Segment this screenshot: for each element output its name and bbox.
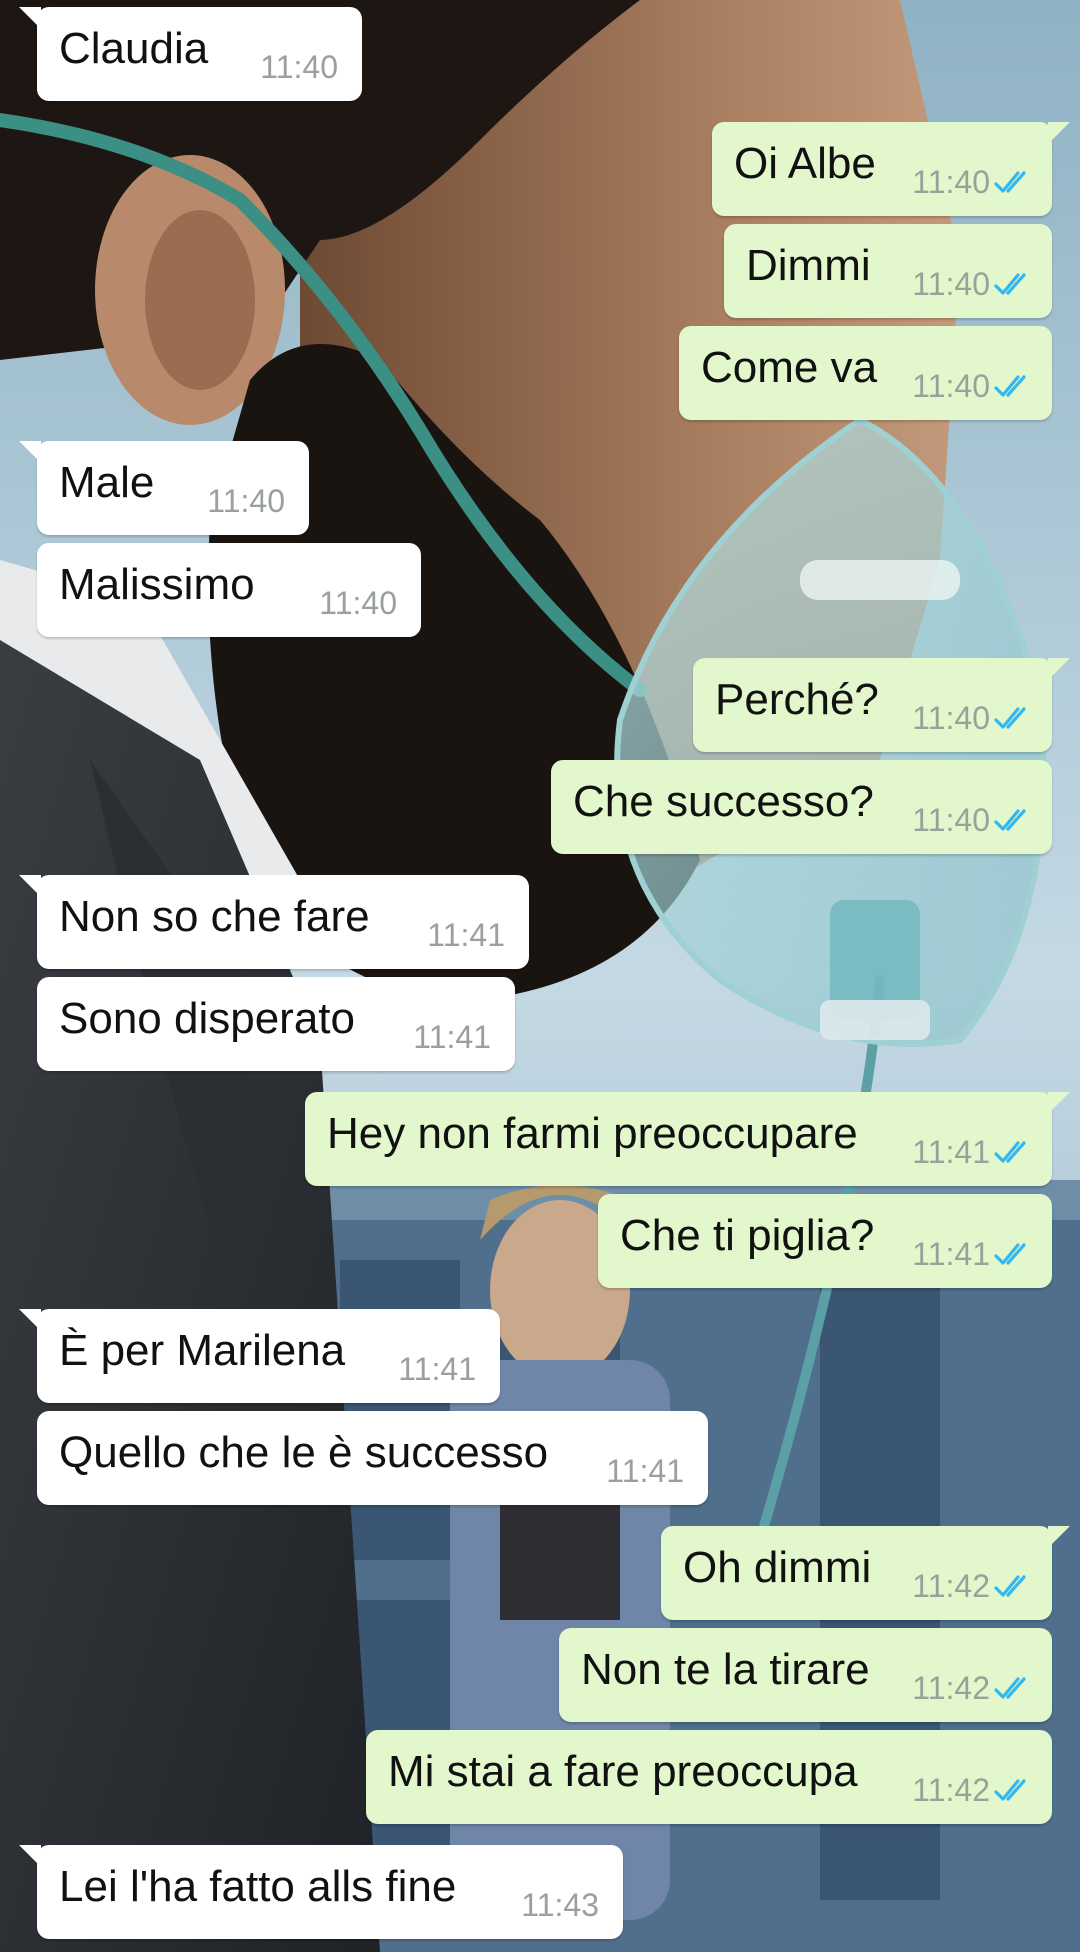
message-text: È per Marilena — [59, 1326, 346, 1375]
message-timestamp: 11:40 — [912, 164, 990, 200]
outgoing-message[interactable]: Non te la tirare 11:42 — [559, 1628, 1052, 1722]
read-ticks-icon — [994, 273, 1026, 295]
message-timestamp: 11:42 — [912, 1568, 990, 1604]
message-timestamp: 11:40 — [912, 802, 990, 838]
outgoing-message[interactable]: Che successo? 11:40 — [551, 760, 1052, 854]
outgoing-message[interactable]: Dimmi 11:40 — [724, 224, 1052, 318]
message-timestamp: 11:40 — [912, 266, 990, 302]
message-text: Mi stai a fare preoccupa — [388, 1747, 858, 1796]
message-text: Come va — [701, 343, 878, 392]
message-text: Non te la tirare — [581, 1645, 870, 1694]
message-timestamp: 11:41 — [398, 1351, 476, 1387]
read-ticks-icon — [994, 1779, 1026, 1801]
message-timestamp: 11:41 — [912, 1134, 990, 1170]
message-timestamp: 11:41 — [413, 1019, 491, 1055]
outgoing-message[interactable]: Hey non farmi preoccupare 11:41 — [305, 1092, 1070, 1186]
message-timestamp: 11:40 — [207, 483, 285, 519]
message-text: Quello che le è successo — [59, 1428, 549, 1477]
message-timestamp: 11:40 — [912, 700, 990, 736]
message-timestamp: 11:42 — [912, 1772, 990, 1808]
incoming-message[interactable]: Malissimo 11:40 — [37, 543, 421, 637]
read-ticks-icon — [994, 1677, 1026, 1699]
message-timestamp: 11:40 — [260, 49, 338, 85]
message-timestamp: 11:40 — [319, 585, 397, 621]
message-text: Che successo? — [573, 777, 874, 826]
message-list[interactable]: Claudia 11:40 Oi Albe 11:40 Dimmi 11:40 Come v… — [0, 0, 1080, 1952]
message-text: Lei l'ha fatto alls fine — [59, 1862, 457, 1911]
message-timestamp: 11:40 — [912, 368, 990, 404]
incoming-message[interactable]: Lei l'ha fatto alls fine 11:43 — [19, 1845, 623, 1939]
message-timestamp: 11:42 — [912, 1670, 990, 1706]
outgoing-message[interactable]: Oi Albe 11:40 — [712, 122, 1070, 216]
message-text: Hey non farmi preoccupare — [327, 1109, 858, 1158]
message-text: Non so che fare — [59, 892, 370, 941]
message-text: Sono disperato — [59, 994, 355, 1043]
incoming-message[interactable]: È per Marilena 11:41 — [19, 1309, 500, 1403]
message-text: Malissimo — [59, 560, 255, 609]
read-ticks-icon — [994, 375, 1026, 397]
outgoing-message[interactable]: Perché? 11:40 — [693, 658, 1070, 752]
incoming-message[interactable]: Sono disperato 11:41 — [37, 977, 515, 1071]
message-text: Claudia — [59, 24, 209, 73]
message-timestamp: 11:41 — [912, 1236, 990, 1272]
outgoing-message[interactable]: Come va 11:40 — [679, 326, 1052, 420]
outgoing-message[interactable]: Oh dimmi 11:42 — [661, 1526, 1070, 1620]
read-ticks-icon — [994, 707, 1026, 729]
read-ticks-icon — [994, 809, 1026, 831]
message-text: Dimmi — [746, 241, 871, 290]
message-timestamp: 11:43 — [521, 1887, 599, 1923]
message-text: Che ti piglia? — [620, 1211, 875, 1260]
message-text: Male — [59, 458, 155, 507]
message-timestamp: 11:41 — [606, 1453, 684, 1489]
message-text: Perché? — [715, 675, 879, 724]
message-text: Oi Albe — [734, 139, 876, 188]
read-ticks-icon — [994, 1243, 1026, 1265]
outgoing-message[interactable]: Mi stai a fare preoccupa 11:42 — [366, 1730, 1052, 1824]
incoming-message[interactable]: Male 11:40 — [19, 441, 309, 535]
message-text: Oh dimmi — [683, 1543, 872, 1592]
message-timestamp: 11:41 — [427, 917, 505, 953]
read-ticks-icon — [994, 1575, 1026, 1597]
read-ticks-icon — [994, 171, 1026, 193]
incoming-message[interactable]: Quello che le è successo 11:41 — [37, 1411, 708, 1505]
incoming-message[interactable]: Claudia 11:40 — [19, 7, 362, 101]
outgoing-message[interactable]: Che ti piglia? 11:41 — [598, 1194, 1052, 1288]
read-ticks-icon — [994, 1141, 1026, 1163]
incoming-message[interactable]: Non so che fare 11:41 — [19, 875, 529, 969]
